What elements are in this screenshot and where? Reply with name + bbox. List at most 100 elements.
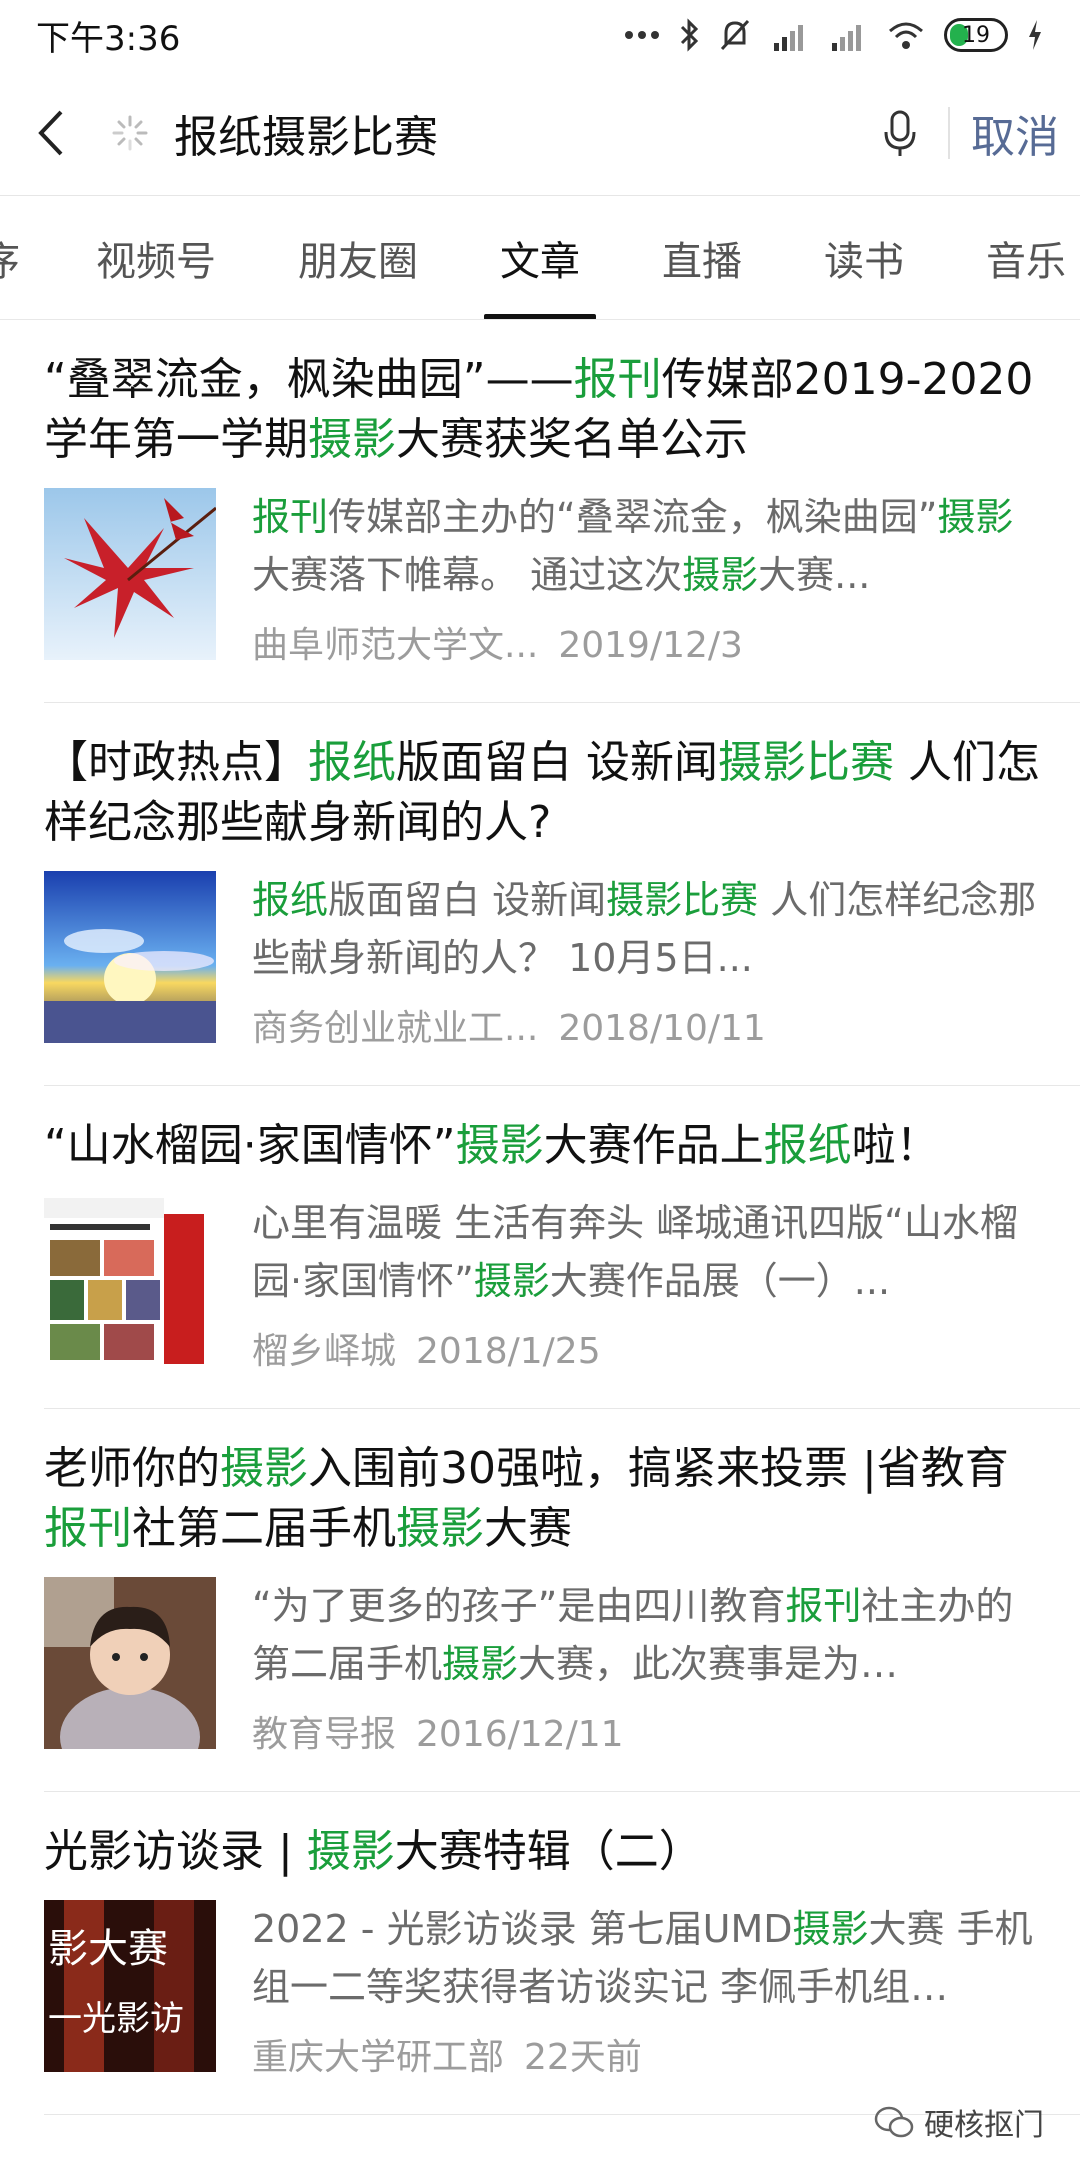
result-source[interactable]: 教育导报 bbox=[252, 1714, 396, 1755]
result-item[interactable]: 【时政热点】报纸版面留白 设新闻摄影比赛 人们怎样纪念那些献身新闻的人? 报纸版面… bbox=[44, 703, 1080, 1086]
desc-highlight: 摄影比赛 bbox=[606, 878, 759, 922]
back-button[interactable] bbox=[0, 70, 100, 196]
desc-text: 版面留白 设新闻 bbox=[328, 878, 607, 922]
title-highlight: 摄影 bbox=[455, 1120, 544, 1171]
desc-highlight: 报刊 bbox=[785, 1584, 862, 1628]
title-highlight: 摄影 bbox=[306, 1826, 395, 1877]
tab-books[interactable]: 读书 bbox=[824, 196, 904, 319]
title-text: 【时政热点】 bbox=[44, 737, 308, 788]
child-thumbnail[interactable] bbox=[44, 1577, 216, 1749]
desc-text: 大赛作品展（一）... bbox=[549, 1259, 891, 1303]
tab-articles[interactable]: 文章 bbox=[484, 196, 596, 319]
charging-icon bbox=[1026, 15, 1044, 55]
cancel-button[interactable]: 取消 bbox=[950, 101, 1080, 165]
desc-highlight: 摄影 bbox=[473, 1259, 550, 1303]
desc-text: “为了更多的孩子”是由四川教育 bbox=[252, 1584, 786, 1628]
title-text: 大赛作品上 bbox=[543, 1120, 764, 1171]
mute-bell-icon bbox=[718, 15, 752, 55]
result-item[interactable]: 老师你的摄影入围前30强啦，搞紧来投票 |省教育报刊社第二届手机摄影大赛 “为了更… bbox=[44, 1409, 1080, 1792]
title-text: 版面留白 设新闻 bbox=[396, 737, 718, 788]
result-item[interactable]: “山水榴园·家国情怀”摄影大赛作品上报纸啦！ 心里有温暖 生活有奔头 峄城通讯四版… bbox=[44, 1086, 1080, 1409]
bluetooth-icon bbox=[678, 15, 700, 55]
result-meta: 教育导报 2016/12/11 bbox=[252, 1705, 1040, 1757]
tab-live[interactable]: 直播 bbox=[662, 196, 742, 319]
status-time: 下午3:36 bbox=[36, 18, 181, 59]
desc-highlight: 摄影 bbox=[682, 553, 759, 597]
result-title[interactable]: 老师你的摄影入围前30强啦，搞紧来投票 |省教育报刊社第二届手机摄影大赛 bbox=[44, 1409, 1040, 1559]
chevron-left-icon bbox=[38, 110, 63, 155]
result-date: 2016/12/11 bbox=[416, 1714, 624, 1755]
banner-thumbnail[interactable]: 影大赛 一光影访 bbox=[44, 1900, 216, 2072]
result-summary: 2022 - 光影访谈录 第七届UMD摄影大赛 手机组一二等奖获得者访谈实记 李… bbox=[252, 1900, 1040, 2080]
title-text: 光影访谈录 | bbox=[44, 1826, 307, 1877]
result-source[interactable]: 商务创业就业工... bbox=[252, 1008, 538, 1049]
title-text: 老师你的 bbox=[44, 1443, 220, 1494]
title-text: “叠翠流金，枫染曲园”—— bbox=[44, 354, 574, 405]
result-date: 2018/1/25 bbox=[416, 1331, 601, 1372]
tab-music[interactable]: 音乐 bbox=[986, 196, 1066, 319]
result-description: 2022 - 光影访谈录 第七届UMD摄影大赛 手机组一二等奖获得者访谈实记 李… bbox=[252, 1900, 1040, 2016]
tab-0[interactable]: 序 bbox=[0, 196, 20, 319]
result-body: 报刊传媒部主办的“叠翠流金，枫染曲园”摄影大赛落下帷幕。 通过这次摄影大赛...… bbox=[44, 488, 1040, 668]
sunset-thumbnail[interactable] bbox=[44, 871, 216, 1043]
desc-highlight: 摄影 bbox=[442, 1642, 519, 1686]
title-text: “山水榴园·家国情怀” bbox=[44, 1120, 456, 1171]
result-title[interactable]: “山水榴园·家国情怀”摄影大赛作品上报纸啦！ bbox=[44, 1086, 1040, 1176]
category-tabs: 序 视频号 朋友圈 文章 直播 读书 音乐 bbox=[0, 196, 1080, 320]
title-highlight: 摄影 bbox=[396, 1503, 484, 1554]
microphone-icon bbox=[884, 110, 916, 156]
result-meta: 重庆大学研工部 22天前 bbox=[252, 2028, 1040, 2080]
result-title[interactable]: 【时政热点】报纸版面留白 设新闻摄影比赛 人们怎样纪念那些献身新闻的人? bbox=[44, 703, 1040, 853]
status-bar: 下午3:36 19 bbox=[0, 0, 1080, 70]
desc-highlight: 摄影 bbox=[937, 495, 1014, 539]
signal-hd-1-icon bbox=[770, 15, 810, 55]
title-text: 大赛获奖名单公示 bbox=[396, 414, 748, 465]
title-highlight: 摄影 bbox=[220, 1443, 308, 1494]
desc-highlight: 报纸 bbox=[252, 878, 329, 922]
result-summary: 心里有温暖 生活有奔头 峄城通讯四版“山水榴园·家国情怀”摄影大赛作品展（一）.… bbox=[252, 1194, 1040, 1374]
leaf-thumbnail[interactable] bbox=[44, 488, 216, 660]
result-title[interactable]: 光影访谈录 | 摄影大赛特辑（二） bbox=[44, 1792, 1040, 1882]
result-summary: 报纸版面留白 设新闻摄影比赛 人们怎样纪念那些献身新闻的人？ 10月5日... 商… bbox=[252, 871, 1040, 1051]
result-meta: 榴乡峄城 2018/1/25 bbox=[252, 1322, 1040, 1374]
newspaper-thumbnail[interactable] bbox=[44, 1194, 216, 1366]
result-body: 影大赛 一光影访 2022 - 光影访谈录 第七届UMD摄影大赛 手机组一二等奖获得… bbox=[44, 1900, 1040, 2080]
voice-button[interactable] bbox=[852, 108, 948, 158]
tab-moments[interactable]: 朋友圈 bbox=[298, 196, 418, 319]
result-item[interactable]: “叠翠流金，枫染曲园”——报刊传媒部2019-2020学年第一学期摄影大赛获奖名… bbox=[44, 320, 1080, 703]
result-source[interactable]: 曲阜师范大学文... bbox=[252, 625, 538, 666]
desc-text: 传媒部主办的“叠翠流金，枫染曲园” bbox=[328, 495, 938, 539]
search-input[interactable]: 报纸摄影比赛 bbox=[160, 101, 852, 165]
desc-highlight: 摄影 bbox=[792, 1907, 869, 1951]
svg-text:影大赛: 影大赛 bbox=[48, 1926, 168, 1972]
result-title[interactable]: “叠翠流金，枫染曲园”——报刊传媒部2019-2020学年第一学期摄影大赛获奖名… bbox=[44, 320, 1040, 470]
tab-articles-label: 文章 bbox=[500, 239, 580, 285]
result-date: 22天前 bbox=[524, 2037, 642, 2078]
result-meta: 曲阜师范大学文... 2019/12/3 bbox=[252, 616, 1040, 668]
title-text: 大赛 bbox=[484, 1503, 572, 1554]
result-source[interactable]: 重庆大学研工部 bbox=[252, 2037, 504, 2078]
title-highlight: 报纸 bbox=[763, 1120, 852, 1171]
result-summary: “为了更多的孩子”是由四川教育报刊社主办的第二届手机摄影大赛，此次赛事是为… 教育… bbox=[252, 1577, 1040, 1757]
title-text: 入围前30强啦，搞紧来投票 |省教育 bbox=[308, 1443, 1009, 1494]
result-description: “为了更多的孩子”是由四川教育报刊社主办的第二届手机摄影大赛，此次赛事是为… bbox=[252, 1577, 1040, 1693]
desc-text: 大赛，此次赛事是为… bbox=[518, 1642, 899, 1686]
watermark-text: 硬核抠门 bbox=[924, 2108, 1044, 2143]
result-description: 心里有温暖 生活有奔头 峄城通讯四版“山水榴园·家国情怀”摄影大赛作品展（一）.… bbox=[252, 1194, 1040, 1310]
signal-hd-2-icon bbox=[828, 15, 868, 55]
result-date: 2018/10/11 bbox=[558, 1008, 766, 1049]
result-source[interactable]: 榴乡峄城 bbox=[252, 1331, 396, 1372]
result-summary: 报刊传媒部主办的“叠翠流金，枫染曲园”摄影大赛落下帷幕。 通过这次摄影大赛...… bbox=[252, 488, 1040, 668]
search-results-list: “叠翠流金，枫染曲园”——报刊传媒部2019-2020学年第一学期摄影大赛获奖名… bbox=[0, 320, 1080, 2115]
status-icons: 19 bbox=[624, 15, 1044, 55]
result-item[interactable]: 光影访谈录 | 摄影大赛特辑（二） 影大赛 一光影访 2022 - 光影访谈录 第七届… bbox=[44, 1792, 1080, 2115]
title-text: 啦！ bbox=[851, 1120, 940, 1171]
tab-video[interactable]: 视频号 bbox=[96, 196, 216, 319]
more-dots-icon bbox=[624, 15, 660, 55]
wechat-icon bbox=[874, 2106, 914, 2138]
result-body: 心里有温暖 生活有奔头 峄城通讯四版“山水榴园·家国情怀”摄影大赛作品展（一）.… bbox=[44, 1194, 1040, 1374]
